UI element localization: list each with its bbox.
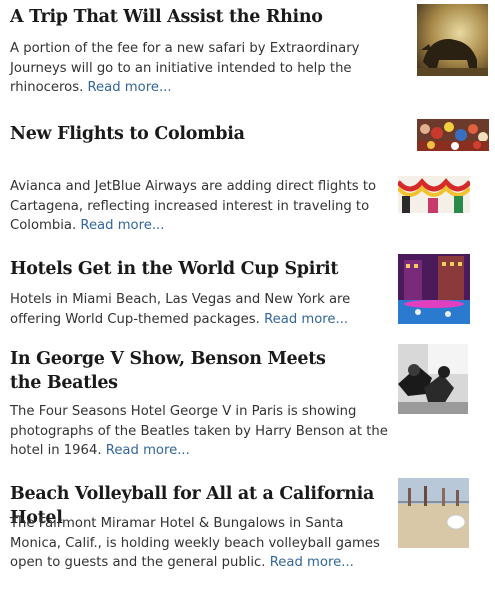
beatles-photo[interactable] xyxy=(398,344,468,414)
summary-volleyball: The Fairmont Miramar Hotel & Bungalows i… xyxy=(10,516,380,570)
headline-world-cup[interactable]: Hotels Get in the World Cup Spirit xyxy=(10,257,395,281)
read-more-link[interactable]: Read more... xyxy=(106,443,190,458)
read-more-link[interactable]: Read more... xyxy=(87,80,171,95)
headline-rhino[interactable]: A Trip That Will Assist the Rhino xyxy=(10,5,410,29)
summary-world-cup: Hotels in Miami Beach, Las Vegas and New… xyxy=(10,292,351,327)
summary-beatles: The Four Seasons Hotel George V in Paris… xyxy=(10,404,388,458)
summary-rhino: A portion of the fee for a new safari by… xyxy=(10,41,360,95)
beach-volleyball-photo[interactable] xyxy=(398,478,469,548)
colombia-crowd-photo[interactable] xyxy=(417,119,489,151)
hotel-pool-party-photo[interactable] xyxy=(398,254,470,324)
read-more-link[interactable]: Read more... xyxy=(270,555,354,570)
read-more-link[interactable]: Read more... xyxy=(80,218,164,233)
headline-colombia[interactable]: New Flights to Colombia xyxy=(10,122,410,146)
rhino-photo[interactable] xyxy=(417,4,488,76)
summary-colombia: Avianca and JetBlue Airways are adding d… xyxy=(10,179,377,233)
read-more-link[interactable]: Read more... xyxy=(264,312,348,327)
colombia-festival-photo[interactable] xyxy=(398,176,470,213)
headline-beatles[interactable]: In George V Show, Benson Meets the Beatl… xyxy=(10,347,360,395)
